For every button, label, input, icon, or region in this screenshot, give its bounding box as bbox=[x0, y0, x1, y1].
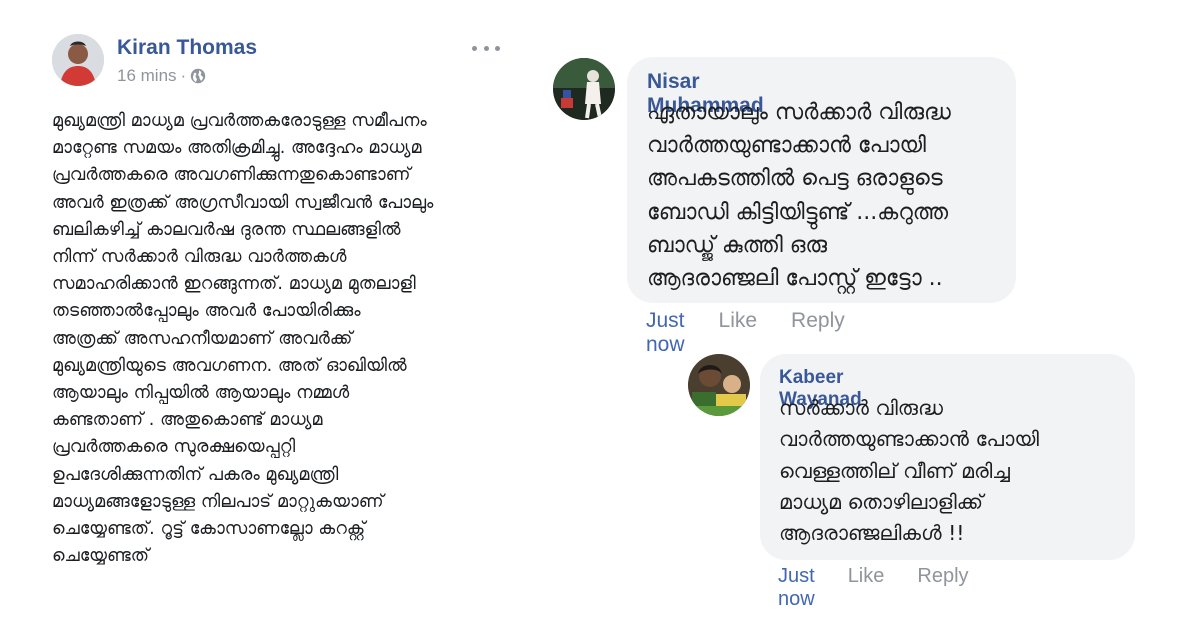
post-timestamp[interactable]: 16 mins bbox=[117, 66, 177, 86]
comment-actions: Just now Like Reply bbox=[646, 309, 879, 357]
comment-text: ഏതായാലും സർക്കാർ വിരുദ്ധ വാർത്തയുണ്ടാക്ക… bbox=[647, 100, 951, 292]
reply-button[interactable]: Reply bbox=[791, 309, 845, 357]
comment-timestamp[interactable]: Just now bbox=[646, 309, 685, 357]
commenter-avatar[interactable] bbox=[688, 354, 750, 416]
comment-actions: Just now Like Reply bbox=[778, 565, 1002, 611]
post-author-name[interactable]: Kiran Thomas bbox=[117, 36, 257, 60]
more-options-icon[interactable] bbox=[472, 38, 500, 58]
post-text: മുഖ്യമന്ത്രി മാധ്യമ പ്രവർത്തകരോടുള്ള സമീ… bbox=[52, 111, 434, 567]
commenter-avatar[interactable] bbox=[553, 58, 615, 120]
post-meta: 16 mins · bbox=[117, 66, 206, 86]
comment-text: സർക്കാർ വിരുദ്ധ വാർത്തയുണ്ടാക്കാൻ പോയി വ… bbox=[779, 396, 1039, 546]
like-button[interactable]: Like bbox=[719, 309, 758, 357]
post-header: Kiran Thomas 16 mins · bbox=[52, 34, 512, 94]
post-author-avatar[interactable] bbox=[52, 34, 104, 86]
facebook-post: Kiran Thomas 16 mins · മുഖ്യമന്ത്രി മാധ്… bbox=[52, 34, 512, 566]
screenshot-canvas: Kiran Thomas 16 mins · മുഖ്യമന്ത്രി മാധ്… bbox=[0, 0, 1200, 630]
meta-separator: · bbox=[180, 66, 187, 85]
like-button[interactable]: Like bbox=[848, 565, 885, 611]
reply-button[interactable]: Reply bbox=[917, 565, 968, 611]
comment-timestamp[interactable]: Just now bbox=[778, 565, 815, 611]
globe-icon[interactable] bbox=[190, 68, 206, 84]
